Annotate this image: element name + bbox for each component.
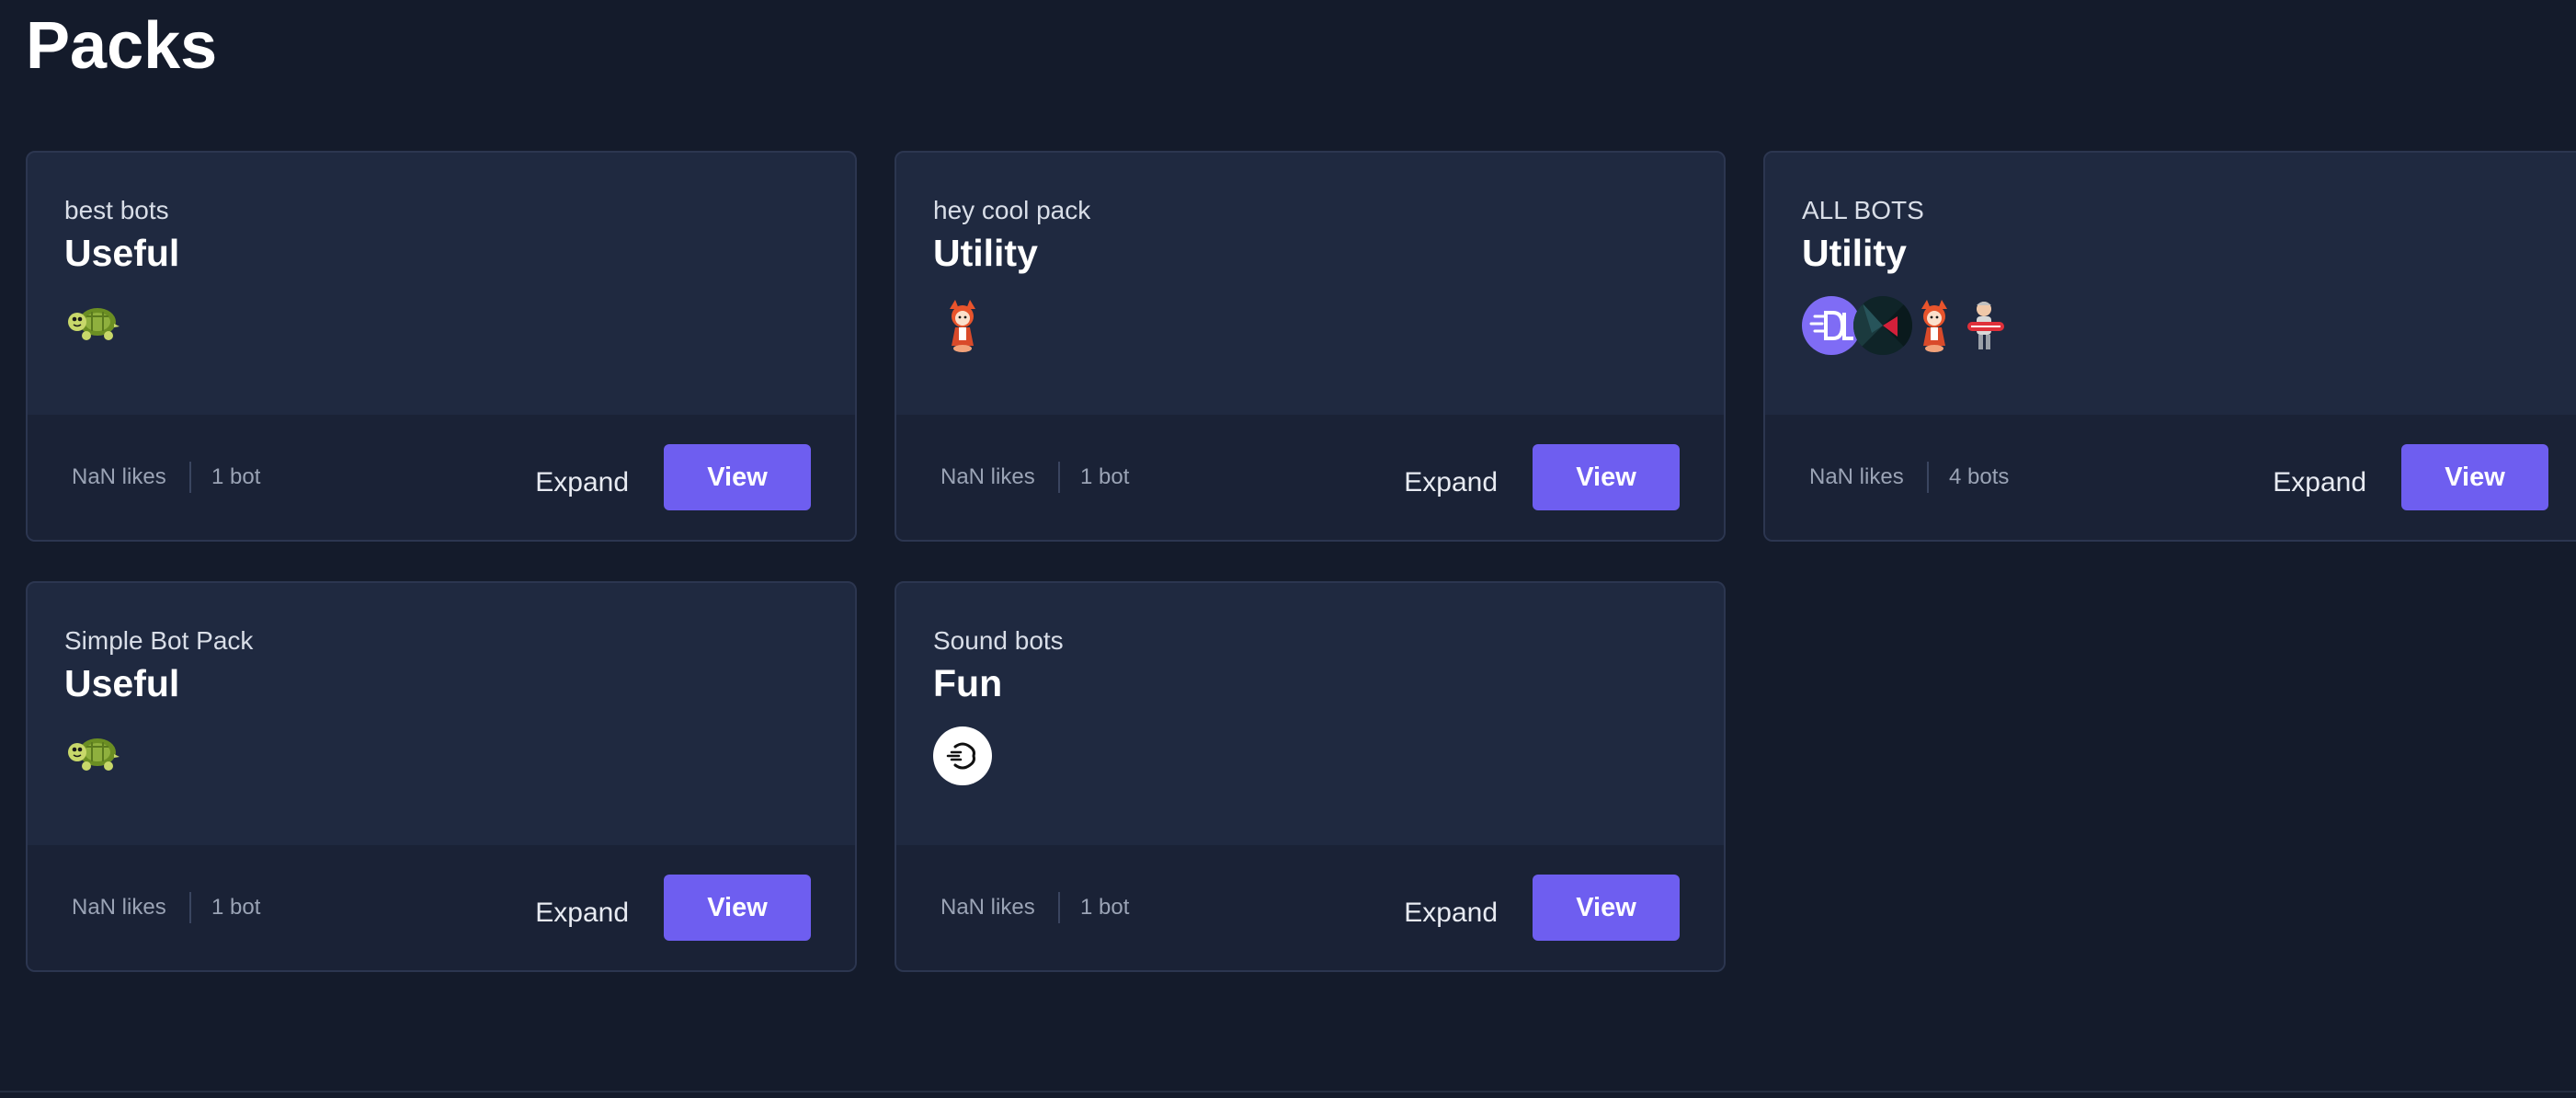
stat-divider [189, 892, 191, 923]
dark-geometric-avatar[interactable] [1853, 296, 1912, 355]
likes-count: NaN likes [72, 464, 166, 489]
stat-divider [189, 462, 191, 493]
likes-count: NaN likes [940, 895, 1035, 920]
expand-button[interactable]: Expand [1404, 880, 1498, 946]
expand-button[interactable]: Expand [535, 450, 629, 516]
pack-card-header: hey cool pack Utility [896, 153, 1724, 417]
pack-category: Utility [1802, 232, 1907, 274]
pack-card-footer: NaN likes 1 bot Expand View [28, 845, 855, 970]
pack-card-footer: NaN likes 1 bot Expand View [896, 415, 1724, 540]
pack-name: ALL BOTS [1802, 196, 1924, 224]
pack-card-footer: NaN likes 1 bot Expand View [28, 415, 855, 540]
bot-count: 1 bot [1080, 464, 1130, 489]
bot-avatars [64, 726, 120, 785]
fox-girl-avatar[interactable] [933, 296, 992, 355]
pack-card-footer: NaN likes 4 bots Expand View [1765, 415, 2576, 540]
bot-count: 1 bot [211, 464, 261, 489]
expand-button[interactable]: Expand [535, 880, 629, 946]
page-title: Packs [26, 9, 218, 83]
pack-card-header: best bots Useful [28, 153, 855, 417]
turtle-avatar[interactable] [64, 296, 123, 355]
expand-button[interactable]: Expand [2273, 450, 2366, 516]
likes-count: NaN likes [1809, 464, 1904, 489]
pack-card-hey-cool-pack: hey cool pack Utility NaN likes 1 bot Ex… [895, 151, 1726, 542]
bot-count: 1 bot [1080, 895, 1130, 920]
pack-name: hey cool pack [933, 196, 1091, 224]
stat-divider [1927, 462, 1929, 493]
pack-card-simple-bot-pack: Simple Bot Pack Useful NaN likes 1 bot E… [26, 581, 857, 972]
pack-card-header: Sound bots Fun [896, 583, 1724, 847]
bot-count: 4 bots [1949, 464, 2010, 489]
page-bottom-divider [0, 1091, 2576, 1092]
stat-divider [1058, 462, 1060, 493]
fox-girl-avatar[interactable] [1905, 296, 1964, 355]
bot-avatars [64, 296, 120, 355]
pack-category: Fun [933, 662, 1003, 704]
turtle-avatar[interactable] [64, 726, 123, 785]
bot-avatars [933, 726, 992, 785]
pack-name: best bots [64, 196, 169, 224]
pack-card-best-bots: best bots Useful NaN likes 1 bot Expand … [26, 151, 857, 542]
bot-avatars [1802, 296, 2008, 355]
likes-count: NaN likes [72, 895, 166, 920]
view-button[interactable]: View [2401, 444, 2548, 510]
stat-divider [1058, 892, 1060, 923]
pack-card-header: Simple Bot Pack Useful [28, 583, 855, 847]
pack-card-all-bots: ALL BOTS Utility NaN likes 4 bots Expand… [1763, 151, 2576, 542]
dl-logo-avatar[interactable] [1802, 296, 1861, 355]
likes-count: NaN likes [940, 464, 1035, 489]
pack-name: Sound bots [933, 626, 1064, 655]
pack-category: Utility [933, 232, 1038, 274]
pack-card-sound-bots: Sound bots Fun NaN likes 1 bot Expand Vi… [895, 581, 1726, 972]
pack-name: Simple Bot Pack [64, 626, 254, 655]
sound-wave-avatar[interactable] [933, 726, 992, 785]
bot-avatars [933, 296, 985, 355]
pack-category: Useful [64, 232, 180, 274]
view-button[interactable]: View [664, 444, 811, 510]
view-button[interactable]: View [664, 875, 811, 941]
pack-category: Useful [64, 662, 180, 704]
character-avatar[interactable] [1956, 296, 2015, 355]
pack-card-footer: NaN likes 1 bot Expand View [896, 845, 1724, 970]
bot-count: 1 bot [211, 895, 261, 920]
pack-card-header: ALL BOTS Utility [1765, 153, 2576, 417]
expand-button[interactable]: Expand [1404, 450, 1498, 516]
view-button[interactable]: View [1533, 875, 1680, 941]
view-button[interactable]: View [1533, 444, 1680, 510]
